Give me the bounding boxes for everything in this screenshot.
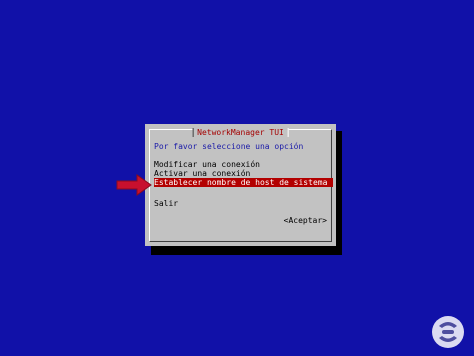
menu-item-activate-connection[interactable]: Activar una conexión xyxy=(154,169,333,178)
accept-button[interactable]: <Aceptar> xyxy=(284,216,327,226)
right-arrow-icon xyxy=(116,174,152,196)
menu-item-edit-connection[interactable]: Modificar una conexión xyxy=(154,160,333,169)
quit-option[interactable]: Salir xyxy=(154,199,178,209)
terminal-screen: NetworkManager TUI Por favor seleccione … xyxy=(0,0,474,356)
dialog-title: NetworkManager TUI xyxy=(192,128,289,137)
dialog-prompt: Por favor seleccione una opción xyxy=(154,142,304,151)
brand-logo-icon xyxy=(432,316,464,348)
menu-item-set-hostname[interactable]: Establecer nombre de host de sistema xyxy=(154,178,333,187)
nmtui-dialog: NetworkManager TUI Por favor seleccione … xyxy=(145,124,336,246)
option-menu: Modificar una conexión Activar una conex… xyxy=(154,160,333,187)
